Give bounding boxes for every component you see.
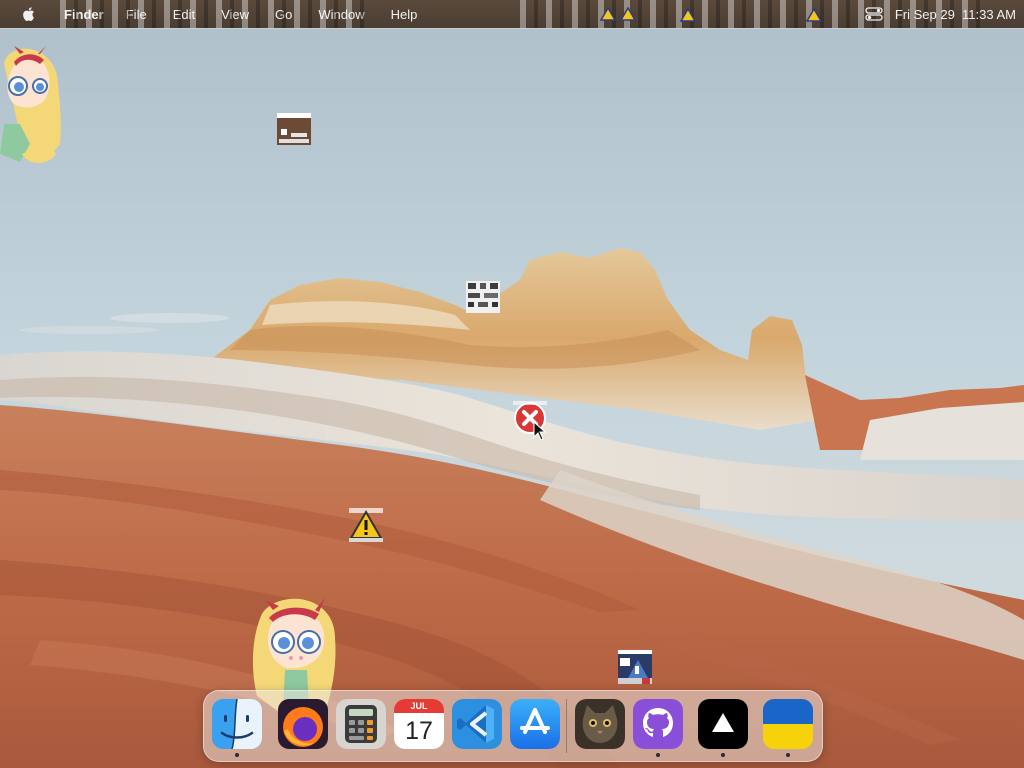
warning-icon[interactable]	[620, 7, 636, 24]
menu-window[interactable]: Window	[318, 7, 364, 22]
dock-item-ukraine[interactable]	[763, 699, 813, 749]
github-icon	[633, 699, 683, 749]
broken-image-icon[interactable]	[466, 281, 500, 313]
dock: JUL 17	[203, 690, 823, 762]
running-indicator	[786, 753, 790, 757]
dock-item-calendar[interactable]: JUL 17	[394, 699, 444, 749]
dock-item-calculator[interactable]	[336, 699, 386, 749]
menu-bar-status: Fri Sep 29 11:33 AM	[865, 0, 1016, 28]
menu-app-name[interactable]: Finder	[64, 7, 104, 22]
dock-separator	[566, 699, 567, 753]
running-indicator	[656, 753, 660, 757]
calendar-day: 17	[405, 717, 433, 745]
broken-image-icon[interactable]	[618, 650, 652, 684]
warning-icon[interactable]	[600, 7, 616, 24]
dock-item-vercel[interactable]	[698, 699, 748, 749]
warning-icon[interactable]	[680, 8, 696, 25]
star-butterfly-sprite[interactable]	[0, 44, 64, 168]
dock-item-github[interactable]	[633, 699, 683, 749]
calendar-month: JUL	[394, 699, 444, 713]
menu-view[interactable]: View	[221, 7, 249, 22]
firefox-icon	[278, 699, 328, 749]
desktop[interactable]	[0, 0, 1024, 768]
apple-icon[interactable]	[20, 5, 38, 23]
menu-help[interactable]: Help	[391, 7, 418, 22]
dock-item-app-store[interactable]	[510, 699, 560, 749]
mouse-cursor	[533, 421, 547, 441]
running-indicator	[721, 753, 725, 757]
calculator-icon	[336, 699, 386, 749]
running-indicator	[235, 753, 239, 757]
finder-icon	[212, 699, 262, 749]
dock-item-firefox[interactable]	[278, 699, 328, 749]
calendar-icon: JUL 17	[394, 699, 444, 749]
warning-icon[interactable]	[806, 8, 822, 25]
wallpaper	[0, 0, 1024, 768]
menu-go[interactable]: Go	[275, 7, 292, 22]
menu-edit[interactable]: Edit	[173, 7, 195, 22]
vscode-icon	[452, 699, 502, 749]
ukraine-flag-icon	[763, 699, 813, 749]
control-center-icon[interactable]	[865, 7, 883, 21]
menu-file[interactable]: File	[126, 7, 147, 22]
dock-item-cat[interactable]	[575, 699, 625, 749]
menu-bar: Finder File Edit View Go Window Help Fri…	[0, 0, 1024, 28]
menu-bar-clock[interactable]: Fri Sep 29 11:33 AM	[895, 7, 1016, 22]
vercel-icon	[698, 699, 748, 749]
cat-icon	[575, 699, 625, 749]
broken-image-icon[interactable]	[277, 113, 311, 145]
dock-item-vscode[interactable]	[452, 699, 502, 749]
dock-item-finder[interactable]	[212, 699, 262, 749]
warning-icon[interactable]	[349, 508, 383, 542]
app-store-icon	[510, 699, 560, 749]
